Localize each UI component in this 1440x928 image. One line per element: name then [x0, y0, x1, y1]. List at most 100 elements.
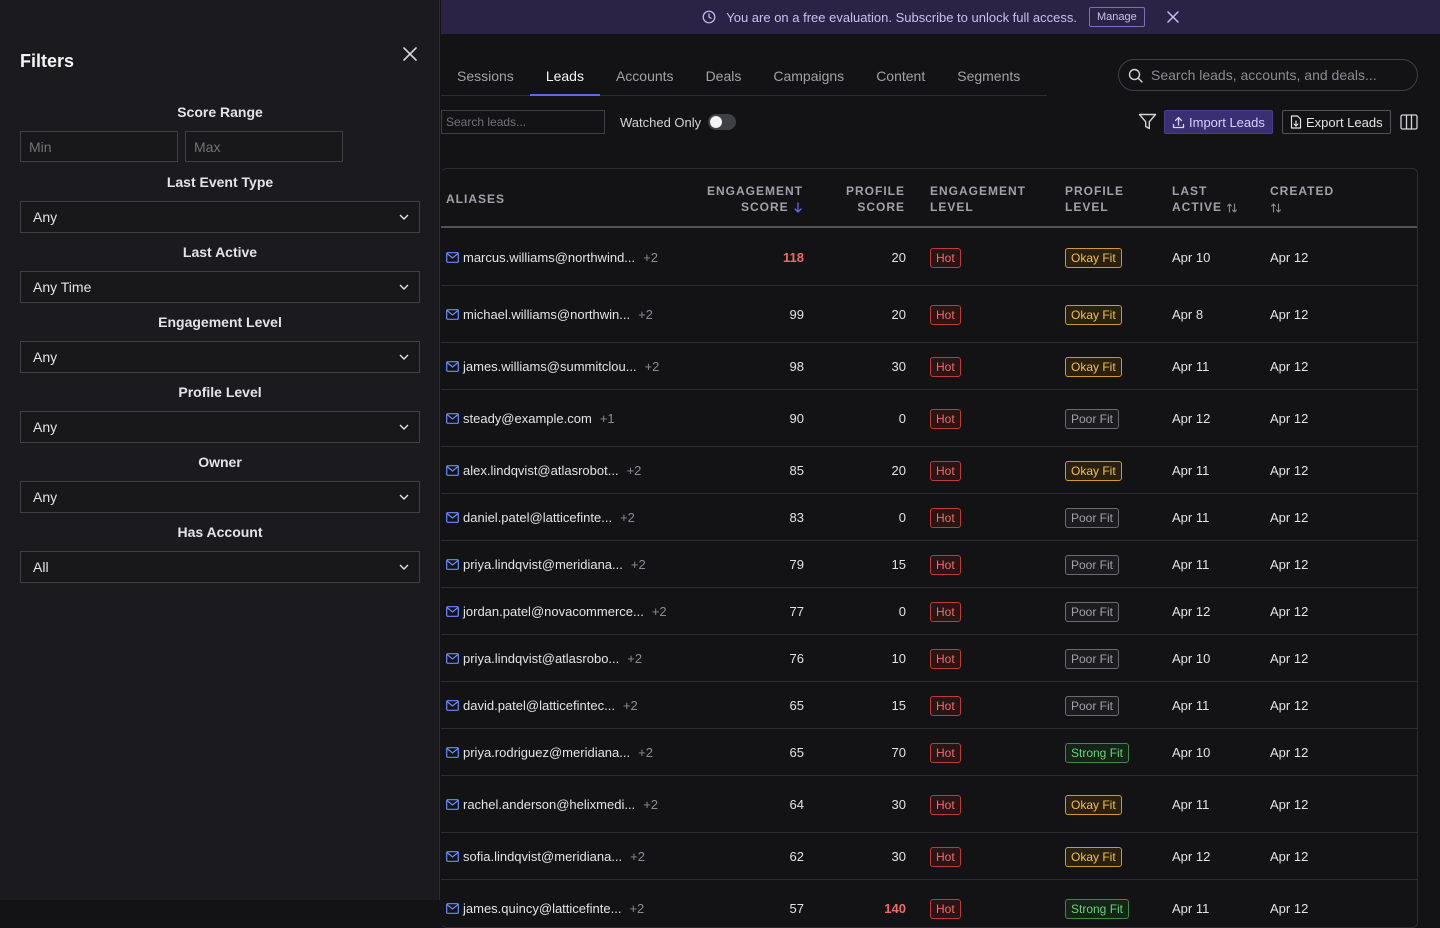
alias-cell[interactable]: james.quincy@latticefinte... +2	[446, 901, 644, 916]
header-aliases[interactable]: ALIASES	[446, 191, 505, 207]
banner-close-button[interactable]	[1167, 11, 1179, 23]
header-profile-level[interactable]: PROFILE LEVEL	[1065, 183, 1124, 215]
alias-cell[interactable]: priya.rodriguez@meridiana... +2	[446, 745, 653, 760]
alias-cell[interactable]: priya.lindqvist@meridiana... +2	[446, 557, 646, 572]
engagement-level-badge: Hot	[930, 795, 961, 815]
profile-level-select[interactable]: Any	[20, 411, 420, 443]
profile-score-cell: 15	[891, 698, 906, 713]
alias-more-count[interactable]: +2	[643, 250, 658, 265]
alias-cell[interactable]: jordan.patel@novacommerce... +2	[446, 604, 667, 619]
table-row[interactable]: priya.lindqvist@atlasrobo... +2 76 10 Hot Poo…	[441, 635, 1417, 682]
last-active-cell: Apr 10	[1172, 745, 1211, 760]
created-cell: Apr 12	[1270, 463, 1309, 478]
table-row[interactable]: steady@example.com +1 90 0 Hot Poor Fit Apr 12…	[441, 390, 1417, 447]
evaluation-banner: You are on a free evaluation. Subscribe …	[441, 0, 1440, 34]
engagement-level-badge: Hot	[930, 847, 961, 867]
alias-more-count[interactable]: +2	[645, 359, 660, 374]
columns-button[interactable]	[1399, 112, 1419, 132]
header-created[interactable]: CREATED	[1270, 183, 1334, 215]
alias-cell[interactable]: david.patel@latticefintec... +2	[446, 698, 638, 713]
import-leads-button[interactable]: Import Leads	[1164, 110, 1273, 134]
export-leads-label: Export Leads	[1306, 114, 1383, 130]
alias-cell[interactable]: sofia.lindqvist@meridiana... +2	[446, 849, 645, 864]
alias-cell[interactable]: steady@example.com +1	[446, 411, 615, 426]
alias-cell[interactable]: marcus.williams@northwind... +2	[446, 250, 658, 265]
filter-button[interactable]	[1136, 112, 1158, 132]
upload-icon	[1172, 116, 1185, 128]
score-max-input[interactable]	[185, 131, 343, 162]
tab-segments[interactable]: Segments	[941, 58, 1036, 96]
chevron-down-icon	[399, 354, 409, 360]
alias-cell[interactable]: alex.lindqvist@atlasrobot... +2	[446, 463, 641, 478]
alias-cell[interactable]: daniel.patel@latticefinte... +2	[446, 510, 635, 525]
sort-icon	[1227, 203, 1238, 213]
tab-leads[interactable]: Leads	[529, 58, 600, 96]
alias-more-count[interactable]: +2	[638, 307, 653, 322]
table-row[interactable]: priya.lindqvist@meridiana... +2 79 15 Hot Poo…	[441, 541, 1417, 588]
clock-icon	[702, 10, 716, 24]
table-row[interactable]: marcus.williams@northwind... +2 118 20 Hot Ok…	[441, 229, 1417, 286]
alias-more-count[interactable]: +2	[638, 745, 653, 760]
lead-search-input[interactable]	[441, 110, 605, 134]
alias-more-count[interactable]: +2	[620, 510, 635, 525]
alias-cell[interactable]: priya.lindqvist@atlasrobo... +2	[446, 651, 642, 666]
alias-cell[interactable]: michael.williams@northwin... +2	[446, 307, 653, 322]
tab-accounts[interactable]: Accounts	[600, 58, 690, 96]
mail-icon	[446, 903, 459, 914]
table-row[interactable]: rachel.anderson@helixmedi... +2 64 30 Hot Oka…	[441, 776, 1417, 833]
header-engagement-score[interactable]: ENGAGEMENT SCORE	[703, 183, 803, 215]
profile-level-badge: Poor Fit	[1065, 602, 1120, 622]
manage-button[interactable]: Manage	[1088, 7, 1145, 27]
alias-cell[interactable]: james.williams@summitclou... +2	[446, 359, 659, 374]
alias-more-count[interactable]: +2	[630, 849, 645, 864]
engagement-score-cell: 65	[789, 698, 804, 713]
profile-level-badge: Okay Fit	[1065, 248, 1122, 268]
has-account-select[interactable]: All	[20, 551, 420, 583]
last-active-cell: Apr 10	[1172, 651, 1211, 666]
table-row[interactable]: james.williams@summitclou... +2 98 30 Hot Oka…	[441, 343, 1417, 390]
alias-more-count[interactable]: +2	[631, 557, 646, 572]
alias-email: alex.lindqvist@atlasrobot...	[463, 463, 619, 478]
score-min-input[interactable]	[20, 131, 178, 162]
table-row[interactable]: daniel.patel@latticefinte... +2 83 0 Hot Poor…	[441, 494, 1417, 541]
table-row[interactable]: michael.williams@northwin... +2 99 20 Hot Oka…	[441, 286, 1417, 343]
tab-sessions[interactable]: Sessions	[441, 58, 530, 96]
last-active-select[interactable]: Any Time	[20, 271, 420, 303]
export-leads-button[interactable]: Export Leads	[1282, 110, 1391, 134]
header-profile-score[interactable]: PROFILE SCORE	[821, 183, 905, 215]
owner-select[interactable]: Any	[20, 481, 420, 513]
header-last-active[interactable]: LAST ACTIVE	[1172, 183, 1238, 215]
alias-more-count[interactable]: +1	[600, 411, 615, 426]
engagement-level-badge: Hot	[930, 743, 961, 763]
engagement-level-select[interactable]: Any	[20, 341, 420, 373]
close-icon	[403, 47, 417, 61]
alias-more-count[interactable]: +2	[623, 698, 638, 713]
alias-more-count[interactable]: +2	[627, 463, 642, 478]
alias-more-count[interactable]: +2	[627, 651, 642, 666]
profile-score-cell: 0	[898, 510, 906, 525]
table-row[interactable]: jordan.patel@novacommerce... +2 77 0 Hot Poor…	[441, 588, 1417, 635]
alias-more-count[interactable]: +2	[652, 604, 667, 619]
table-row[interactable]: sofia.lindqvist@meridiana... +2 62 30 Hot Oka…	[441, 833, 1417, 880]
engagement-level-value: Any	[33, 349, 58, 365]
tab-content[interactable]: Content	[860, 58, 941, 96]
table-row[interactable]: alex.lindqvist@atlasrobot... +2 85 20 Hot Oka…	[441, 447, 1417, 494]
watched-only-toggle[interactable]	[708, 114, 736, 130]
chevron-down-icon	[399, 284, 409, 290]
last-event-type-select[interactable]: Any	[20, 201, 420, 233]
table-row[interactable]: david.patel@latticefintec... +2 65 15 Hot Poo…	[441, 682, 1417, 729]
alias-more-count[interactable]: +2	[643, 797, 658, 812]
tab-campaigns[interactable]: Campaigns	[757, 58, 860, 96]
table-row[interactable]: priya.rodriguez@meridiana... +2 65 70 Hot Str…	[441, 729, 1417, 776]
created-cell: Apr 12	[1270, 510, 1309, 525]
alias-cell[interactable]: rachel.anderson@helixmedi... +2	[446, 797, 658, 812]
global-search-input[interactable]	[1151, 67, 1411, 83]
tab-deals[interactable]: Deals	[690, 58, 758, 96]
alias-email: marcus.williams@northwind...	[463, 250, 636, 265]
filters-close-button[interactable]	[398, 42, 422, 66]
table-row[interactable]: james.quincy@latticefinte... +2 57 140 Hot St…	[441, 880, 1417, 927]
profile-score-cell: 30	[891, 359, 906, 374]
alias-email: priya.rodriguez@meridiana...	[463, 745, 631, 760]
alias-more-count[interactable]: +2	[629, 901, 644, 916]
header-engagement-level[interactable]: ENGAGEMENT LEVEL	[930, 183, 1026, 215]
